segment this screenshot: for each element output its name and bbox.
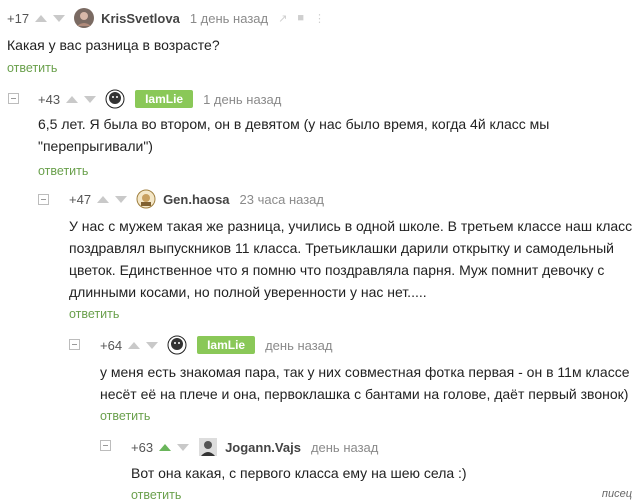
comment-date: день назад: [310, 439, 379, 455]
comment-5: +63 Jogann.Vajs день назад Вот она какая…: [0, 0, 640, 504]
author-name[interactable]: Jogann.Vajs: [225, 440, 301, 455]
avatar[interactable]: [198, 437, 218, 457]
comment-5-header: +63 Jogann.Vajs день назад: [131, 436, 378, 458]
watermark: писец: [601, 488, 632, 500]
comment-text: Вот она какая, с первого класса ему на ш…: [131, 465, 467, 481]
upvote-arrow-icon[interactable]: [159, 443, 172, 451]
downvote-arrow-icon[interactable]: [177, 443, 190, 451]
reply-link[interactable]: ответить: [131, 488, 181, 502]
comment-score: +63: [131, 439, 154, 455]
